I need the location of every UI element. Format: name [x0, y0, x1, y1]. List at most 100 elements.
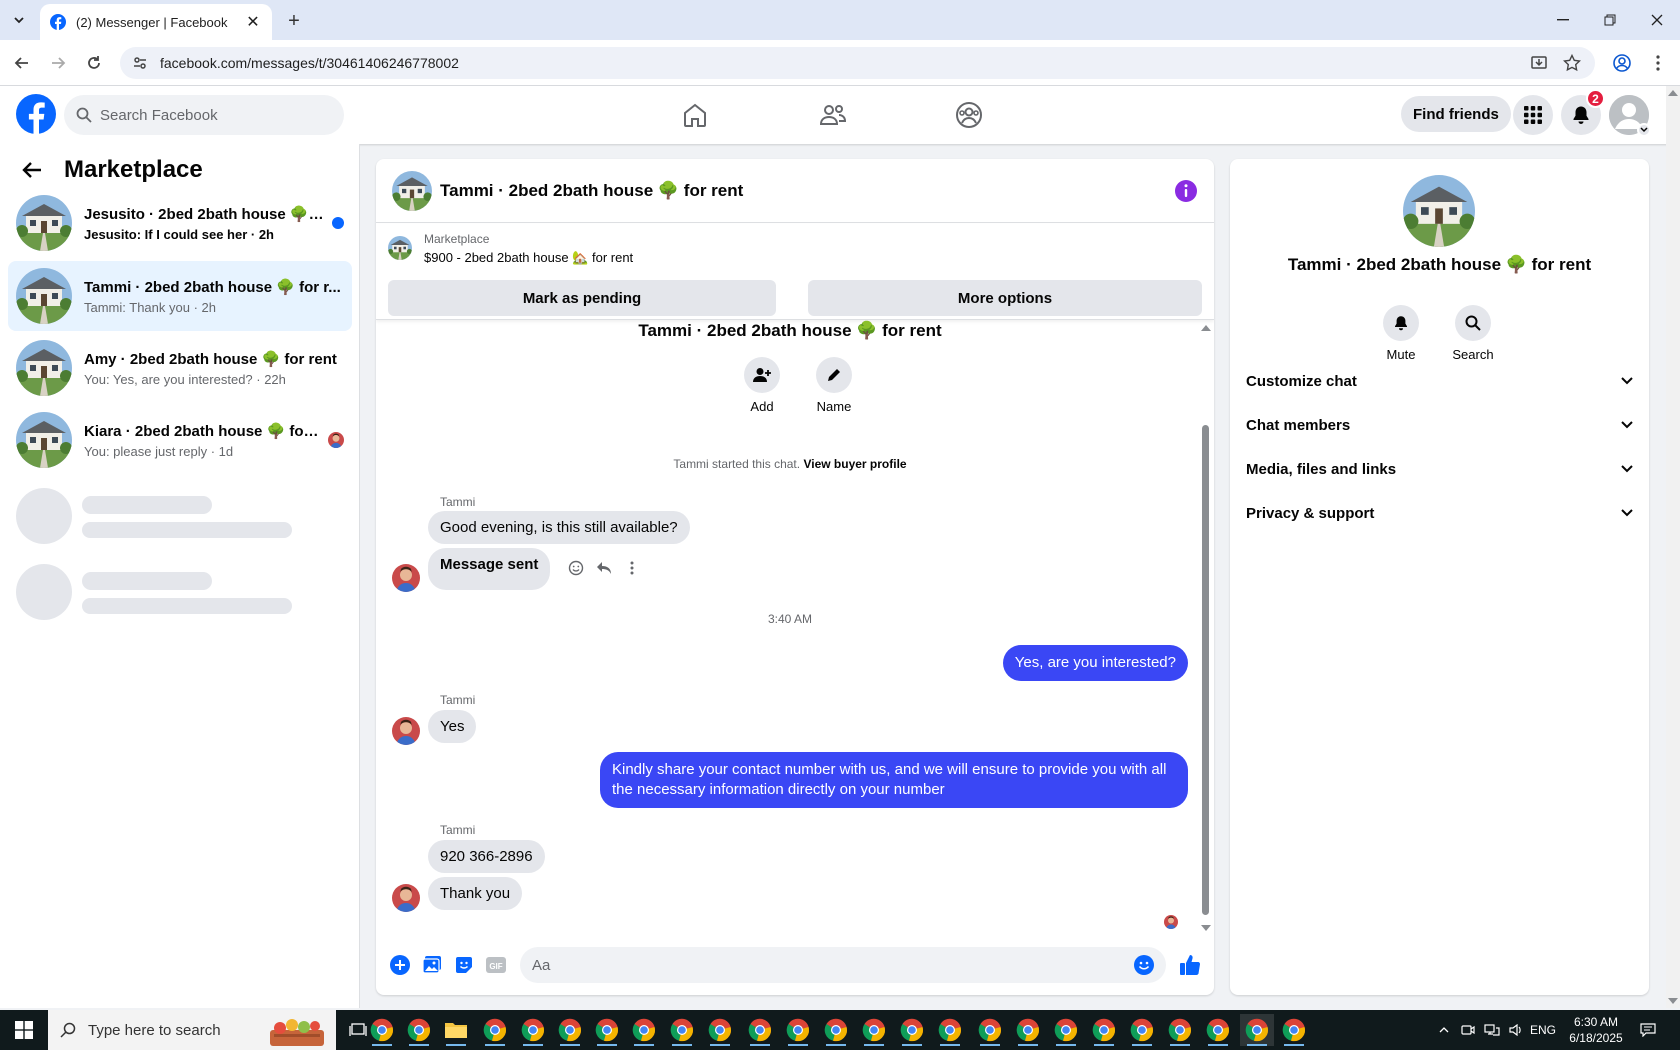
more-actions-plus-icon[interactable] — [384, 949, 416, 981]
conversation-item[interactable]: Jesusito · 2bed 2bath house 🌳 f... Jesus… — [8, 188, 352, 258]
sender-avatar[interactable] — [392, 717, 420, 745]
reload-button[interactable] — [82, 51, 106, 75]
menu-button[interactable] — [1513, 95, 1553, 135]
more-options-button[interactable]: More options — [808, 280, 1202, 316]
scroll-up-arrow[interactable] — [1201, 325, 1211, 331]
info-icon[interactable] — [1174, 179, 1198, 203]
minimize-button[interactable] — [1540, 0, 1586, 40]
listing-title[interactable]: $900 - 2bed 2bath house 🏡 for rent — [424, 250, 633, 266]
more-actions-icon[interactable] — [622, 558, 642, 578]
sender-avatar[interactable] — [392, 564, 420, 592]
facebook-logo-icon[interactable] — [16, 94, 56, 134]
incoming-message[interactable]: 920 366-2896 — [428, 840, 545, 873]
tab-close-icon[interactable]: ✕ — [244, 13, 262, 31]
network-icon[interactable] — [1481, 1010, 1503, 1050]
emoji-icon[interactable] — [1134, 955, 1154, 975]
chrome-taskbar-icon[interactable] — [478, 1014, 512, 1046]
tray-overflow-icon[interactable] — [1434, 1010, 1454, 1050]
listing-thumbnail[interactable] — [388, 236, 412, 260]
site-info-icon[interactable] — [132, 55, 148, 71]
facebook-search-input[interactable]: Search Facebook — [64, 95, 344, 135]
sticker-icon[interactable] — [448, 949, 480, 981]
bookmark-star-icon[interactable] — [1560, 51, 1584, 75]
outgoing-message[interactable]: Yes, are you interested? — [1002, 645, 1188, 681]
conversation-item[interactable]: Kiara · 2bed 2bath house 🌳 for ... You: … — [8, 405, 352, 475]
chat-members-section[interactable]: Chat members — [1246, 405, 1633, 445]
incoming-message[interactable]: Message sent — [428, 548, 551, 590]
media-files-links-section[interactable]: Media, files and links — [1246, 449, 1633, 489]
input-language[interactable]: ENG — [1528, 1010, 1558, 1050]
scroll-down-arrow[interactable] — [1668, 998, 1678, 1004]
close-window-button[interactable] — [1634, 0, 1680, 40]
chrome-taskbar-icon[interactable] — [516, 1014, 550, 1046]
address-bar[interactable]: facebook.com/messages/t/3046140624677800… — [120, 47, 1595, 79]
chrome-taskbar-icon[interactable] — [781, 1014, 815, 1046]
chrome-taskbar-icon[interactable] — [1163, 1014, 1197, 1046]
customize-chat-section[interactable]: Customize chat — [1246, 361, 1633, 401]
chrome-taskbar-icon[interactable] — [743, 1014, 777, 1046]
home-nav-button[interactable] — [640, 92, 750, 138]
incoming-message[interactable]: Good evening, is this still available? — [428, 511, 690, 544]
chat-avatar[interactable] — [392, 171, 432, 211]
back-arrow-icon[interactable] — [18, 156, 46, 184]
account-avatar-button[interactable] — [1609, 95, 1651, 137]
name-chat-button[interactable]: Name — [804, 357, 864, 414]
incoming-message[interactable]: Yes — [428, 710, 477, 743]
chrome-taskbar-icon[interactable] — [1201, 1014, 1235, 1046]
scroll-thumb[interactable] — [1202, 425, 1209, 915]
meet-now-icon[interactable] — [1458, 1010, 1478, 1050]
browser-menu-icon[interactable] — [1646, 51, 1670, 75]
scroll-down-arrow[interactable] — [1201, 925, 1211, 931]
add-people-button[interactable]: Add — [732, 357, 792, 414]
search-in-chat-button[interactable]: Search — [1443, 305, 1503, 362]
chrome-taskbar-icon[interactable] — [895, 1014, 929, 1046]
reply-icon[interactable] — [594, 558, 614, 578]
attach-photo-icon[interactable] — [416, 949, 448, 981]
find-friends-button[interactable]: Find friends — [1401, 96, 1511, 132]
chrome-taskbar-icon[interactable] — [1277, 1014, 1311, 1046]
chrome-taskbar-icon[interactable] — [590, 1014, 624, 1046]
file-explorer-taskbar-icon[interactable] — [439, 1014, 473, 1046]
conversation-item-active[interactable]: Tammi · 2bed 2bath house 🌳 for r... Tamm… — [8, 261, 352, 331]
outgoing-message[interactable]: Kindly share your contact number with us… — [600, 752, 1188, 808]
chrome-taskbar-icon[interactable] — [703, 1014, 737, 1046]
restore-button[interactable] — [1587, 0, 1633, 40]
forward-button[interactable] — [46, 51, 70, 75]
chrome-taskbar-icon[interactable] — [1125, 1014, 1159, 1046]
notifications-button[interactable]: 2 — [1561, 89, 1605, 135]
sender-avatar[interactable] — [392, 884, 420, 912]
chrome-taskbar-icon[interactable] — [1011, 1014, 1045, 1046]
conversation-item[interactable]: Amy · 2bed 2bath house 🌳 for rent You: Y… — [8, 333, 352, 403]
chrome-taskbar-icon[interactable] — [1240, 1014, 1274, 1046]
chrome-taskbar-icon[interactable] — [627, 1014, 661, 1046]
chrome-taskbar-icon[interactable] — [1049, 1014, 1083, 1046]
chrome-taskbar-icon[interactable] — [665, 1014, 699, 1046]
incoming-message[interactable]: Thank you — [428, 877, 523, 910]
privacy-support-section[interactable]: Privacy & support — [1246, 493, 1633, 533]
chrome-taskbar-icon[interactable] — [365, 1014, 399, 1046]
windows-start-button[interactable] — [0, 1010, 48, 1050]
back-button[interactable] — [10, 51, 34, 75]
like-thumbs-up-icon[interactable] — [1174, 949, 1206, 981]
message-input[interactable]: Aa — [520, 947, 1166, 983]
chrome-taskbar-icon[interactable] — [933, 1014, 967, 1046]
tab-search-button[interactable] — [6, 8, 32, 32]
view-buyer-profile-link[interactable]: View buyer profile — [803, 457, 906, 471]
browser-tab[interactable]: (2) Messenger | Facebook ✕ — [40, 4, 272, 40]
notification-center-icon[interactable] — [1636, 1010, 1660, 1050]
chrome-taskbar-icon[interactable] — [1087, 1014, 1121, 1046]
chrome-taskbar-icon[interactable] — [819, 1014, 853, 1046]
taskbar-clock[interactable]: 6:30 AM 6/18/2025 — [1556, 1014, 1636, 1046]
install-app-icon[interactable] — [1527, 51, 1551, 75]
friends-nav-button[interactable] — [778, 92, 888, 138]
groups-nav-button[interactable] — [914, 92, 1024, 138]
chrome-taskbar-icon[interactable] — [553, 1014, 587, 1046]
chrome-taskbar-icon[interactable] — [973, 1014, 1007, 1046]
message-scrollbar[interactable] — [1200, 321, 1211, 933]
chat-title[interactable]: Tammi · 2bed 2bath house 🌳 for rent — [440, 181, 1174, 201]
profile-icon[interactable] — [1610, 51, 1634, 75]
volume-icon[interactable] — [1506, 1010, 1526, 1050]
mute-button[interactable]: Mute — [1371, 305, 1431, 362]
chrome-taskbar-icon[interactable] — [857, 1014, 891, 1046]
react-emoji-icon[interactable] — [566, 558, 586, 578]
